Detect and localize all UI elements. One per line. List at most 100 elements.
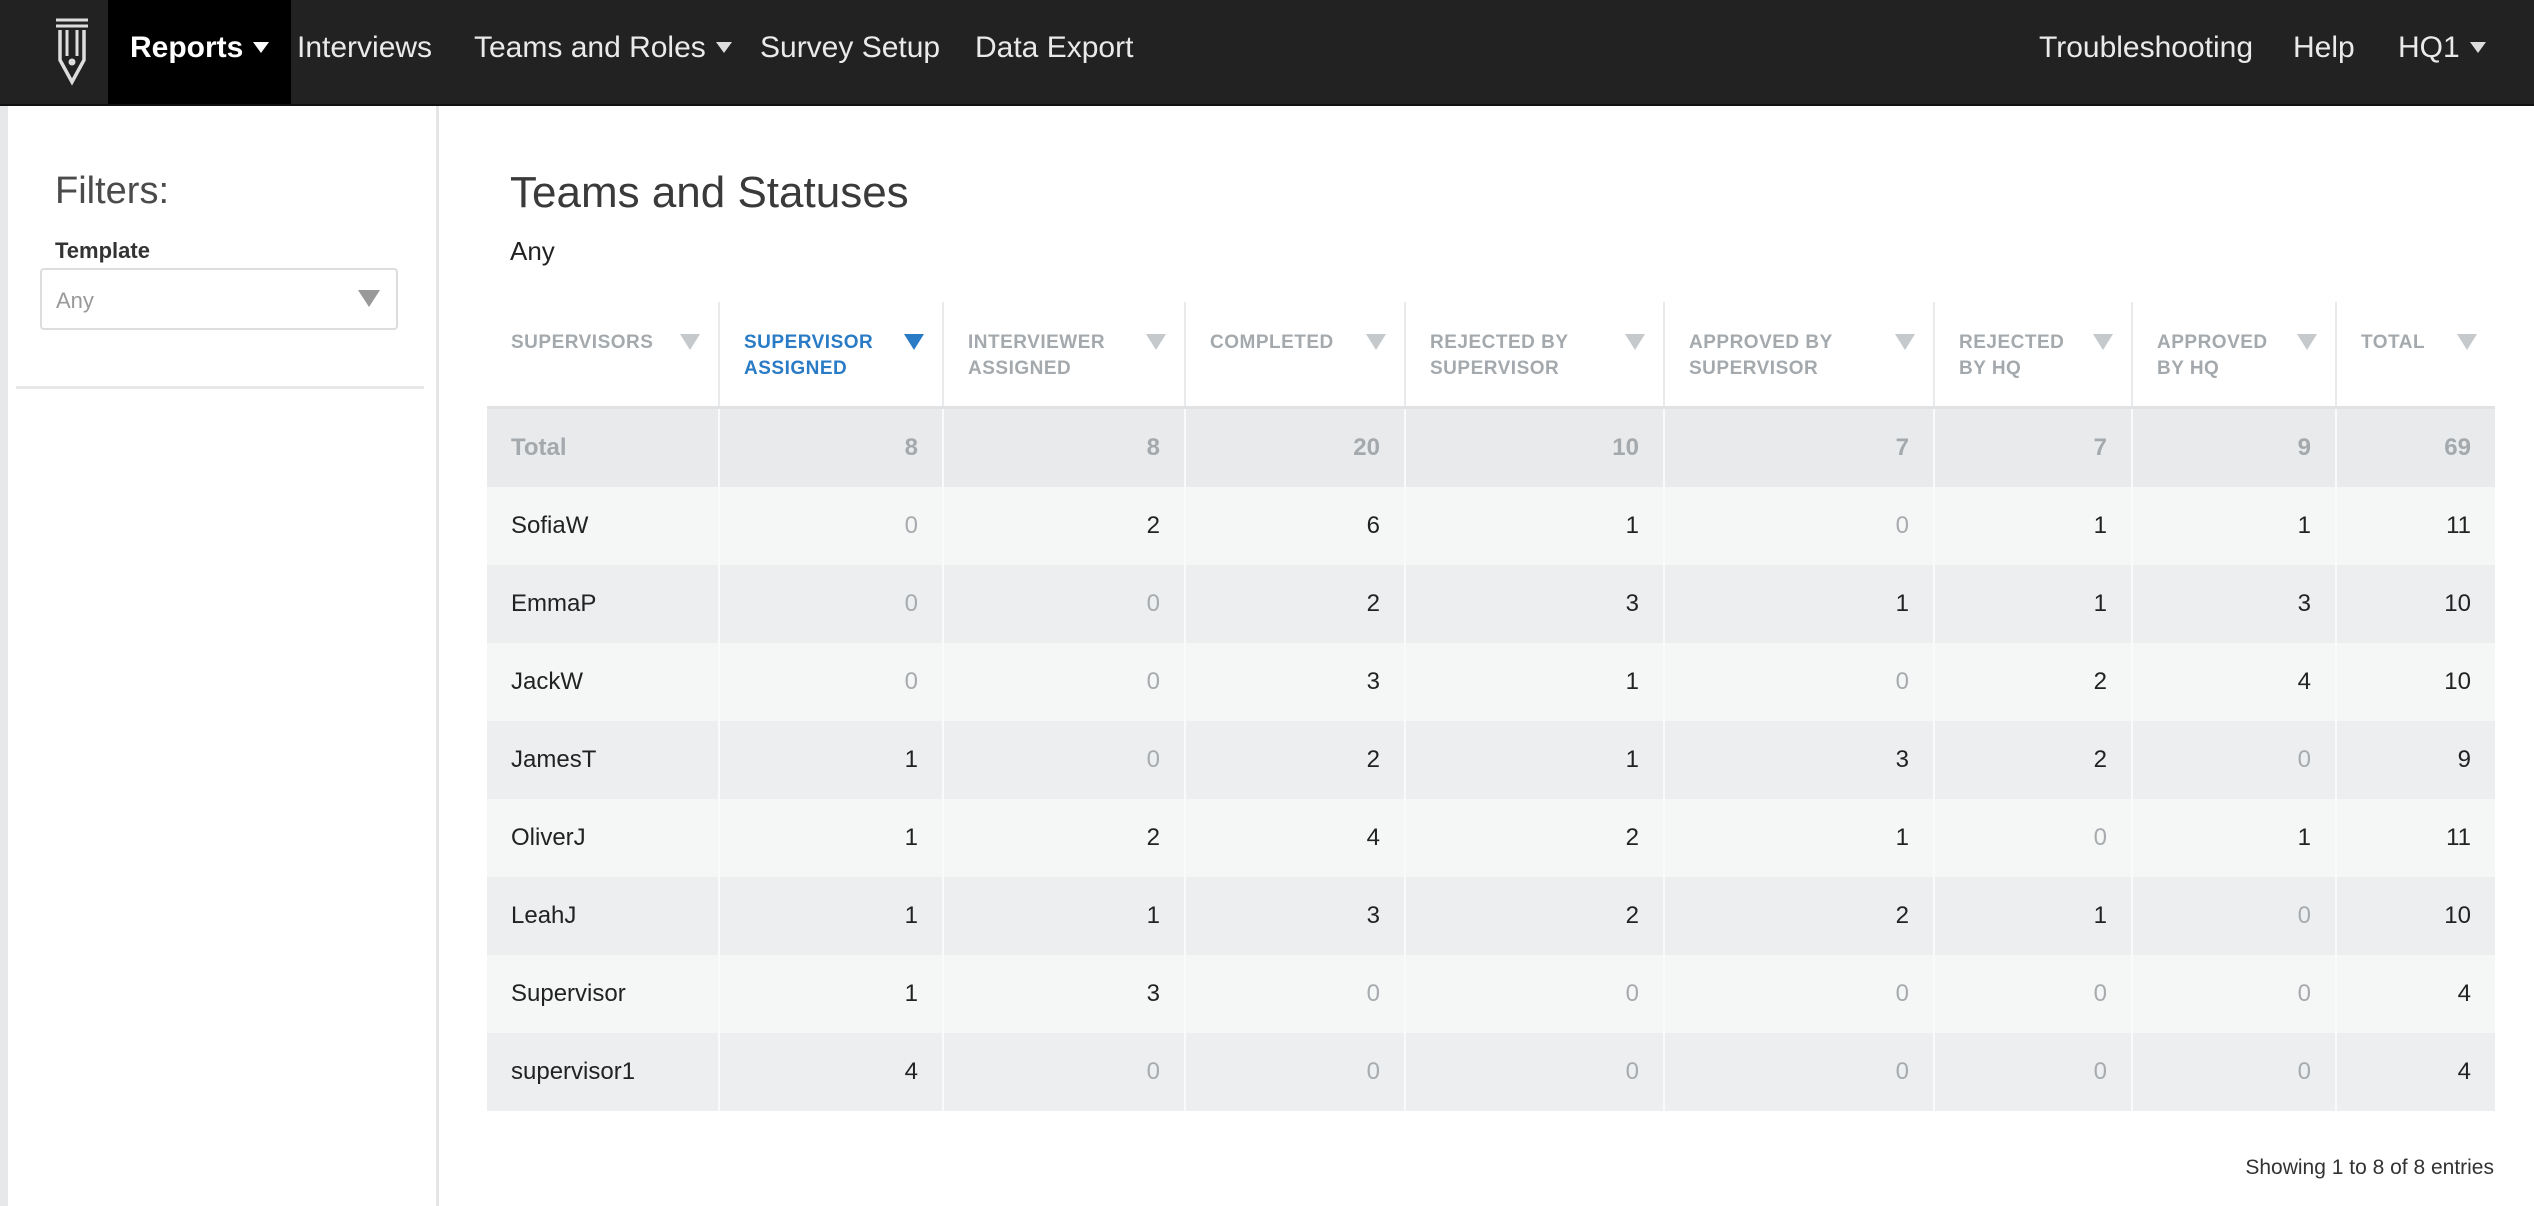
column-header-rejected-by-supervisor[interactable]: REJECTED BY SUPERVISOR	[1406, 302, 1665, 406]
table-row: EmmaP 0 0 2 3 1 1 3 10	[487, 565, 2495, 643]
count-cell: 0	[1186, 955, 1406, 1033]
column-header-approved-by-supervisor[interactable]: APPROVED BY SUPERVISOR	[1665, 302, 1935, 406]
count-cell: 0	[1935, 1033, 2133, 1111]
count-cell: 0	[1665, 643, 1935, 721]
count-cell: 0	[944, 565, 1186, 643]
sort-arrow-icon	[1625, 334, 1645, 350]
column-label: SUPERVISORS	[511, 332, 654, 353]
left-edge-strip	[0, 106, 8, 1206]
count-cell: 1	[944, 877, 1186, 955]
count-cell: 0	[1406, 1033, 1665, 1111]
nav-reports[interactable]: Reports	[108, 0, 292, 104]
nav-user-menu[interactable]: HQ1	[2398, 0, 2486, 104]
supervisor-name-cell: Supervisor	[487, 955, 720, 1033]
count-cell: 2	[1935, 721, 2133, 799]
count-cell: 1	[2133, 799, 2337, 877]
template-select[interactable]: Any	[40, 268, 398, 330]
count-cell: 1	[1406, 721, 1665, 799]
count-cell: 20	[1186, 409, 1406, 487]
nav-reports-label: Reports	[130, 31, 244, 64]
table-row: Supervisor 1 3 0 0 0 0 0 4	[487, 955, 2495, 1033]
count-cell: 1	[1935, 565, 2133, 643]
column-label: APPROVED BY SUPERVISOR	[1689, 332, 1833, 379]
count-cell: 69	[2444, 434, 2471, 461]
count-cell: 2	[1186, 721, 1406, 799]
count-cell: 3	[944, 955, 1186, 1033]
chevron-down-icon	[253, 41, 270, 53]
nav-help[interactable]: Help	[2293, 0, 2355, 104]
count-cell: 0	[1665, 955, 1935, 1033]
template-label: Template	[55, 238, 150, 263]
sort-arrow-icon	[2093, 334, 2113, 350]
sort-arrow-icon	[680, 334, 700, 350]
count-cell: 1	[1665, 799, 1935, 877]
sort-arrow-icon	[2457, 334, 2477, 350]
count-cell: 4	[720, 1033, 944, 1111]
table-header: SUPERVISORS SUPERVISOR ASSIGNED INTERVIE…	[487, 302, 2495, 409]
sort-arrow-icon	[1366, 334, 1386, 350]
column-label: INTERVIEWER ASSIGNED	[968, 332, 1106, 379]
nav-troubleshooting[interactable]: Troubleshooting	[2039, 0, 2253, 104]
count-cell: 1	[1406, 487, 1665, 565]
nav-help-label: Help	[2293, 31, 2355, 64]
count-cell: 1	[720, 877, 944, 955]
count-cell: 1	[1935, 877, 2133, 955]
top-navbar: Reports Interviews Teams and Roles Surve…	[0, 0, 2534, 106]
count-cell: 2	[944, 799, 1186, 877]
column-label: APPROVED BY HQ	[2157, 332, 2268, 379]
count-cell: 0	[2133, 955, 2337, 1033]
table-row: JamesT 1 0 2 1 3 2 0 9	[487, 721, 2495, 799]
table-info: Showing 1 to 8 of 8 entries	[2245, 1156, 2494, 1179]
supervisor-name-cell: JackW	[487, 643, 720, 721]
nav-survey-setup[interactable]: Survey Setup	[760, 0, 940, 104]
count-cell: 1	[2133, 487, 2337, 565]
nav-interviews-label: Interviews	[297, 31, 433, 64]
table-row: OliverJ 1 2 4 2 1 0 1 11	[487, 799, 2495, 877]
count-cell: 2	[1935, 643, 2133, 721]
column-header-approved-by-hq[interactable]: APPROVED BY HQ	[2133, 302, 2337, 406]
count-cell: 2	[1186, 565, 1406, 643]
filters-sidebar: Filters: Template Any	[8, 106, 439, 1206]
count-cell: 8	[720, 409, 944, 487]
column-header-total[interactable]: TOTAL	[2337, 302, 2495, 406]
nav-data-export[interactable]: Data Export	[975, 0, 1133, 104]
count-cell: 3	[1186, 877, 1406, 955]
table-row: SofiaW 0 2 6 1 0 1 1 11	[487, 487, 2495, 565]
column-header-completed[interactable]: COMPLETED	[1186, 302, 1406, 406]
chevron-down-icon	[715, 41, 732, 53]
supervisor-name-cell: LeahJ	[487, 877, 720, 955]
count-cell: 11	[2446, 824, 2471, 851]
nav-teams-and-roles-label: Teams and Roles	[474, 31, 706, 64]
sort-arrow-icon	[1895, 334, 1915, 350]
count-cell: 3	[1665, 721, 1935, 799]
sort-arrow-icon	[904, 334, 924, 350]
count-cell: 1	[720, 799, 944, 877]
nav-interviews[interactable]: Interviews	[297, 0, 432, 104]
table-row: supervisor1 4 0 0 0 0 0 0 4	[487, 1033, 2495, 1111]
count-cell: 0	[2133, 1033, 2337, 1111]
column-header-supervisors[interactable]: SUPERVISORS	[487, 302, 720, 406]
supervisor-name-cell: EmmaP	[487, 565, 720, 643]
count-cell: 0	[1665, 1033, 1935, 1111]
count-cell: 0	[720, 565, 944, 643]
count-cell: 1	[720, 721, 944, 799]
count-cell: 1	[1406, 643, 1665, 721]
count-cell: 0	[1406, 955, 1665, 1033]
count-cell: 10	[2444, 668, 2471, 695]
table-body: Total 8 8 20 10 7 7 9 69 SofiaW 0 2 6 1 0 1 1 11 EmmaP 0 0 2 3…	[487, 409, 2495, 1111]
nav-data-export-label: Data Export	[975, 31, 1134, 64]
column-label: REJECTED BY HQ	[1959, 332, 2065, 379]
count-cell: 0	[1935, 799, 2133, 877]
count-cell: 4	[2133, 643, 2337, 721]
page-subtitle: Any	[510, 236, 555, 266]
count-cell: 0	[1665, 487, 1935, 565]
pen-nib-logo-icon[interactable]	[52, 16, 92, 86]
column-header-rejected-by-hq[interactable]: REJECTED BY HQ	[1935, 302, 2133, 406]
column-header-supervisor-assigned[interactable]: SUPERVISOR ASSIGNED	[720, 302, 944, 406]
page-title: Teams and Statuses	[510, 168, 909, 217]
column-header-interviewer-assigned[interactable]: INTERVIEWER ASSIGNED	[944, 302, 1186, 406]
count-cell: 0	[944, 643, 1186, 721]
count-cell: 3	[2133, 565, 2337, 643]
nav-teams-and-roles[interactable]: Teams and Roles	[474, 0, 732, 104]
count-cell: 4	[2457, 1058, 2471, 1085]
